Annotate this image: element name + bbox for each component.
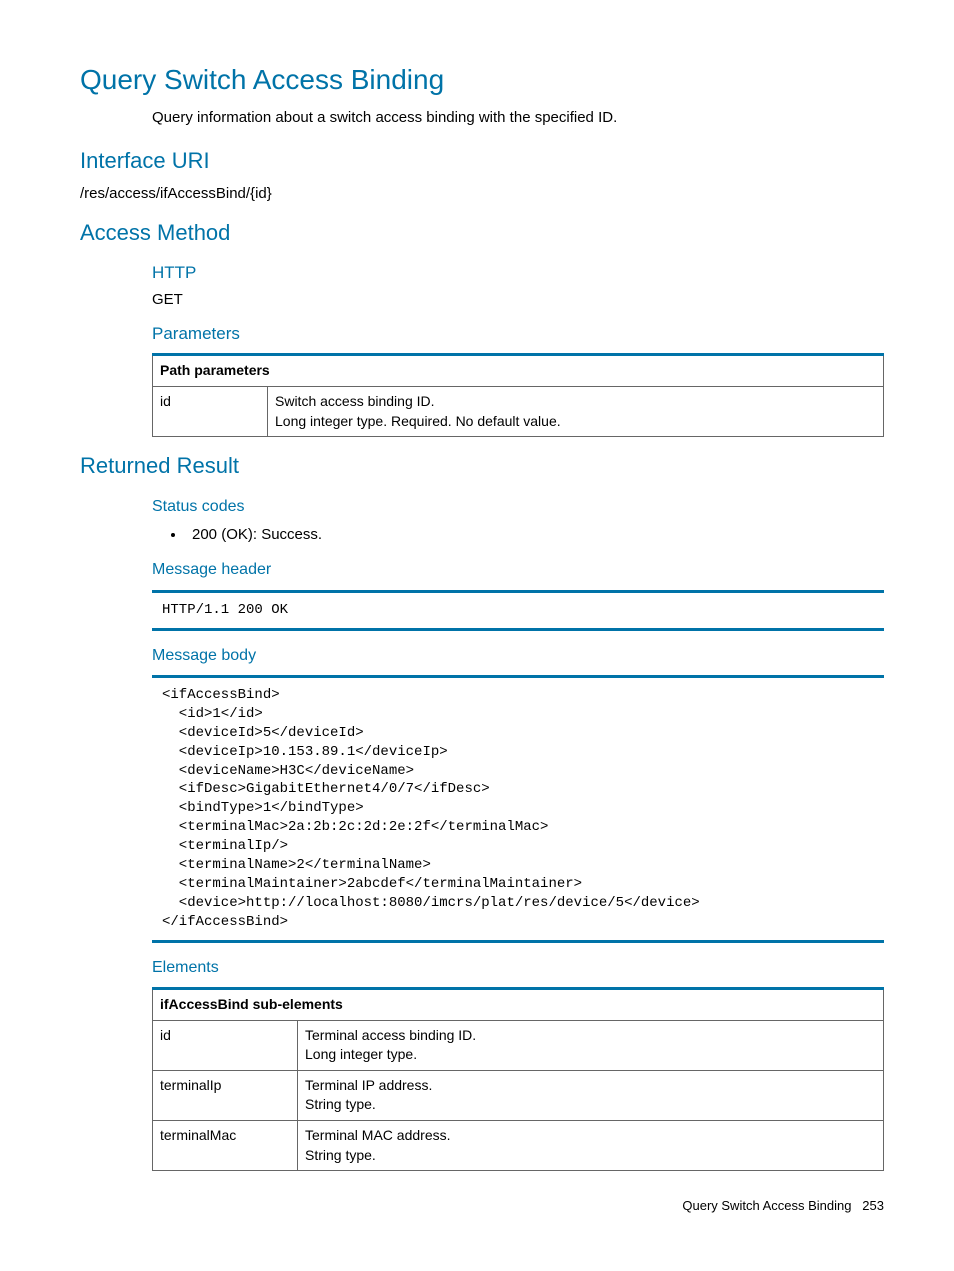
returned-result-heading: Returned Result bbox=[80, 451, 884, 482]
path-parameters-header: Path parameters bbox=[153, 355, 884, 387]
status-codes-list: 200 (OK): Success. bbox=[152, 524, 884, 545]
table-row: id Switch access binding ID. Long intege… bbox=[153, 386, 884, 436]
page-title: Query Switch Access Binding bbox=[80, 60, 884, 99]
interface-uri-heading: Interface URI bbox=[80, 146, 884, 177]
element-desc: Terminal access binding ID. Long integer… bbox=[298, 1020, 884, 1070]
param-desc: Switch access binding ID. Long integer t… bbox=[268, 386, 884, 436]
elements-table-header: ifAccessBind sub-elements bbox=[153, 988, 884, 1020]
element-name: terminalIp bbox=[153, 1070, 298, 1120]
element-desc: Terminal MAC address. String type. bbox=[298, 1120, 884, 1170]
footer-title: Query Switch Access Binding bbox=[682, 1198, 851, 1213]
elements-table: ifAccessBind sub-elements id Terminal ac… bbox=[152, 987, 884, 1171]
access-method-heading: Access Method bbox=[80, 218, 884, 249]
page-description: Query information about a switch access … bbox=[152, 107, 884, 128]
http-label: HTTP bbox=[152, 261, 884, 285]
page-footer: Query Switch Access Binding 253 bbox=[80, 1197, 884, 1215]
message-header-label: Message header bbox=[152, 559, 884, 581]
path-parameters-table: Path parameters id Switch access binding… bbox=[152, 353, 884, 437]
elements-label: Elements bbox=[152, 957, 884, 979]
message-header-code: HTTP/1.1 200 OK bbox=[152, 590, 884, 631]
list-item: 200 (OK): Success. bbox=[186, 524, 884, 545]
element-name: terminalMac bbox=[153, 1120, 298, 1170]
parameters-label: Parameters bbox=[152, 322, 884, 346]
footer-page-number: 253 bbox=[862, 1198, 884, 1213]
status-codes-label: Status codes bbox=[152, 496, 884, 518]
table-row: terminalMac Terminal MAC address. String… bbox=[153, 1120, 884, 1170]
message-body-code: <ifAccessBind> <id>1</id> <deviceId>5</d… bbox=[152, 675, 884, 943]
table-row: terminalIp Terminal IP address. String t… bbox=[153, 1070, 884, 1120]
interface-uri-value: /res/access/ifAccessBind/{id} bbox=[80, 183, 884, 204]
http-method-value: GET bbox=[152, 289, 884, 310]
message-body-label: Message body bbox=[152, 645, 884, 667]
element-desc: Terminal IP address. String type. bbox=[298, 1070, 884, 1120]
element-name: id bbox=[153, 1020, 298, 1070]
table-row: id Terminal access binding ID. Long inte… bbox=[153, 1020, 884, 1070]
param-name: id bbox=[153, 386, 268, 436]
